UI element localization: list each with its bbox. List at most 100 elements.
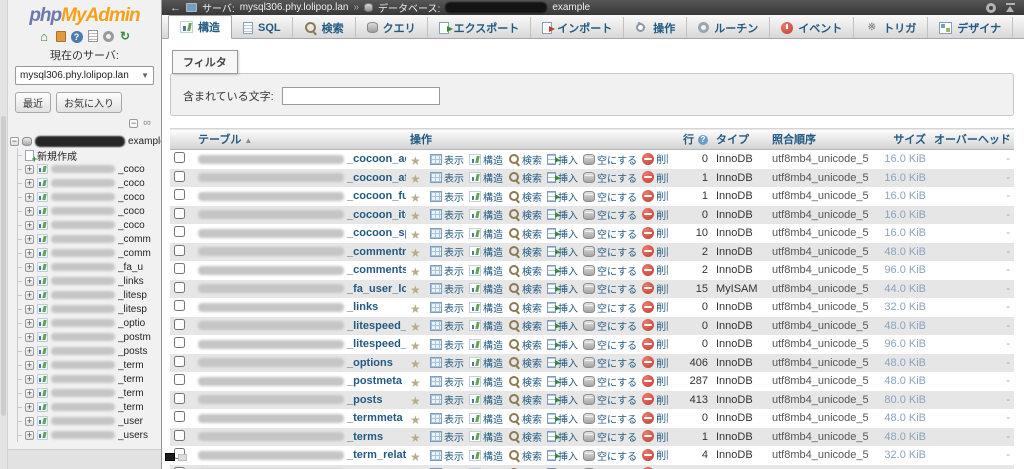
browse-action[interactable]: 表示 xyxy=(430,281,464,296)
search-action[interactable]: 検索 xyxy=(508,355,542,370)
drop-action[interactable]: 削除 xyxy=(642,244,668,259)
nav-table-item[interactable]: + _postm xyxy=(18,330,161,344)
structure-action[interactable]: 構造 xyxy=(469,411,503,426)
structure-action[interactable]: 構造 xyxy=(469,226,503,241)
filter-input[interactable] xyxy=(281,87,440,105)
expand-icon[interactable]: + xyxy=(25,290,34,300)
structure-action[interactable]: 構造 xyxy=(469,152,503,167)
structure-action[interactable]: 構造 xyxy=(469,244,503,259)
browse-action[interactable]: 表示 xyxy=(430,448,464,463)
nav-table-item[interactable]: + _optio xyxy=(18,316,161,330)
search-action[interactable]: 検索 xyxy=(508,300,542,315)
console-toggle[interactable] xyxy=(165,453,187,461)
cell-size[interactable]: 32.0 KiB xyxy=(868,446,930,465)
reload-icon[interactable] xyxy=(119,30,132,43)
nav-table-item[interactable]: + _comm xyxy=(18,246,161,260)
cell-size[interactable]: 16.0 KiB xyxy=(868,187,930,206)
tab-operations[interactable]: 操作 xyxy=(624,17,688,38)
empty-action[interactable]: 空にする xyxy=(583,318,637,333)
collapse-top-icon[interactable] xyxy=(1005,2,1016,13)
cell-size[interactable]: 16.0 KiB xyxy=(868,206,930,225)
cell-size[interactable]: 16.0 KiB xyxy=(868,224,930,243)
insert-action[interactable]: 挿入 xyxy=(547,263,578,278)
row-checkbox[interactable] xyxy=(174,281,185,293)
tab-import[interactable]: インポート xyxy=(531,17,625,38)
drop-action[interactable]: 削除 xyxy=(642,207,668,222)
table-name-link[interactable]: _litespeed_url_file xyxy=(347,338,406,350)
structure-action[interactable]: 構造 xyxy=(469,207,503,222)
insert-action[interactable]: 挿入 xyxy=(547,226,578,241)
header-rows[interactable]: 行 xyxy=(668,128,712,150)
search-action[interactable]: 検索 xyxy=(508,392,542,407)
favorite-star-icon[interactable] xyxy=(410,358,424,370)
structure-action[interactable]: 構造 xyxy=(469,337,503,352)
browse-action[interactable]: 表示 xyxy=(430,355,464,370)
nav-table-item[interactable]: + _user xyxy=(18,414,161,428)
phpmyadmin-logo[interactable]: phpMyAdmin xyxy=(8,0,161,28)
favorite-star-icon[interactable] xyxy=(410,414,424,426)
tab-triggers[interactable]: トリガ xyxy=(854,17,929,38)
favorite-star-icon[interactable] xyxy=(410,340,424,352)
search-action[interactable]: 検索 xyxy=(508,337,542,352)
collapse-all-icon[interactable] xyxy=(129,118,139,128)
structure-action[interactable]: 構造 xyxy=(469,170,503,185)
drop-action[interactable]: 削除 xyxy=(642,429,668,444)
table-name-link[interactable]: _cocoon_item_rankings xyxy=(347,209,406,221)
search-action[interactable]: 検索 xyxy=(508,152,542,167)
drop-action[interactable]: 削除 xyxy=(642,299,668,314)
row-checkbox[interactable] xyxy=(174,374,185,386)
nav-scrollbar-thumb[interactable] xyxy=(1,116,6,416)
expand-icon[interactable]: + xyxy=(25,262,34,272)
drop-action[interactable]: 削除 xyxy=(642,410,668,425)
tab-designer[interactable]: デザイナ xyxy=(928,17,1014,38)
nav-database-item[interactable]: − example xyxy=(10,134,161,148)
collapse-icon[interactable]: − xyxy=(10,136,19,146)
table-name-link[interactable]: _postmeta xyxy=(347,375,402,387)
favorite-star-icon[interactable] xyxy=(410,451,424,463)
expand-icon[interactable]: + xyxy=(25,402,34,412)
nav-table-item[interactable]: + _term xyxy=(18,372,161,386)
empty-action[interactable]: 空にする xyxy=(583,152,637,167)
table-name-link[interactable]: _links xyxy=(347,301,378,313)
row-checkbox[interactable] xyxy=(174,411,185,423)
browse-action[interactable]: 表示 xyxy=(430,226,464,241)
search-action[interactable]: 検索 xyxy=(508,207,542,222)
search-action[interactable]: 検索 xyxy=(508,244,542,259)
drop-action[interactable]: 削除 xyxy=(642,392,668,407)
cell-size[interactable]: 48.0 KiB xyxy=(868,372,930,391)
browse-action[interactable]: 表示 xyxy=(430,392,464,407)
drop-action[interactable]: 削除 xyxy=(642,151,668,166)
nav-table-item[interactable]: + _term xyxy=(18,400,161,414)
link-panels-icon[interactable] xyxy=(143,117,151,129)
recent-button[interactable]: 最近 xyxy=(15,92,51,113)
insert-action[interactable]: 挿入 xyxy=(547,300,578,315)
row-checkbox[interactable] xyxy=(174,318,185,330)
docs-icon[interactable] xyxy=(87,30,98,42)
table-name-link[interactable]: _term_relationships xyxy=(347,449,406,461)
empty-action[interactable]: 空にする xyxy=(583,429,637,444)
expand-icon[interactable]: + xyxy=(25,234,34,244)
cell-size[interactable]: 16.0 KiB xyxy=(868,169,930,188)
settings-icon[interactable] xyxy=(102,31,114,42)
nav-scrollbar[interactable] xyxy=(0,0,8,469)
structure-action[interactable]: 構造 xyxy=(469,318,503,333)
table-name-link[interactable]: _litespeed_url xyxy=(347,320,406,332)
cell-size[interactable]: 48.0 KiB xyxy=(868,243,930,262)
favorite-star-icon[interactable] xyxy=(410,192,424,204)
insert-action[interactable]: 挿入 xyxy=(547,244,578,259)
favorite-star-icon[interactable] xyxy=(410,173,424,185)
table-name-link[interactable]: _cocoon_affiliate_tags xyxy=(347,172,406,184)
row-checkbox[interactable] xyxy=(174,392,185,404)
empty-action[interactable]: 空にする xyxy=(583,337,637,352)
nav-table-item[interactable]: + _coco xyxy=(18,190,161,204)
empty-action[interactable]: 空にする xyxy=(583,374,637,389)
structure-action[interactable]: 構造 xyxy=(469,263,503,278)
nav-new-table-item[interactable]: 新規作成 xyxy=(18,148,161,164)
favorite-star-icon[interactable] xyxy=(410,284,424,296)
nav-table-item[interactable]: + _coco xyxy=(18,218,161,232)
nav-table-item[interactable]: + _coco xyxy=(18,176,161,190)
empty-action[interactable]: 空にする xyxy=(583,226,637,241)
drop-action[interactable]: 削除 xyxy=(642,188,668,203)
table-name-link[interactable]: _terms xyxy=(347,431,383,443)
browse-action[interactable]: 表示 xyxy=(430,429,464,444)
